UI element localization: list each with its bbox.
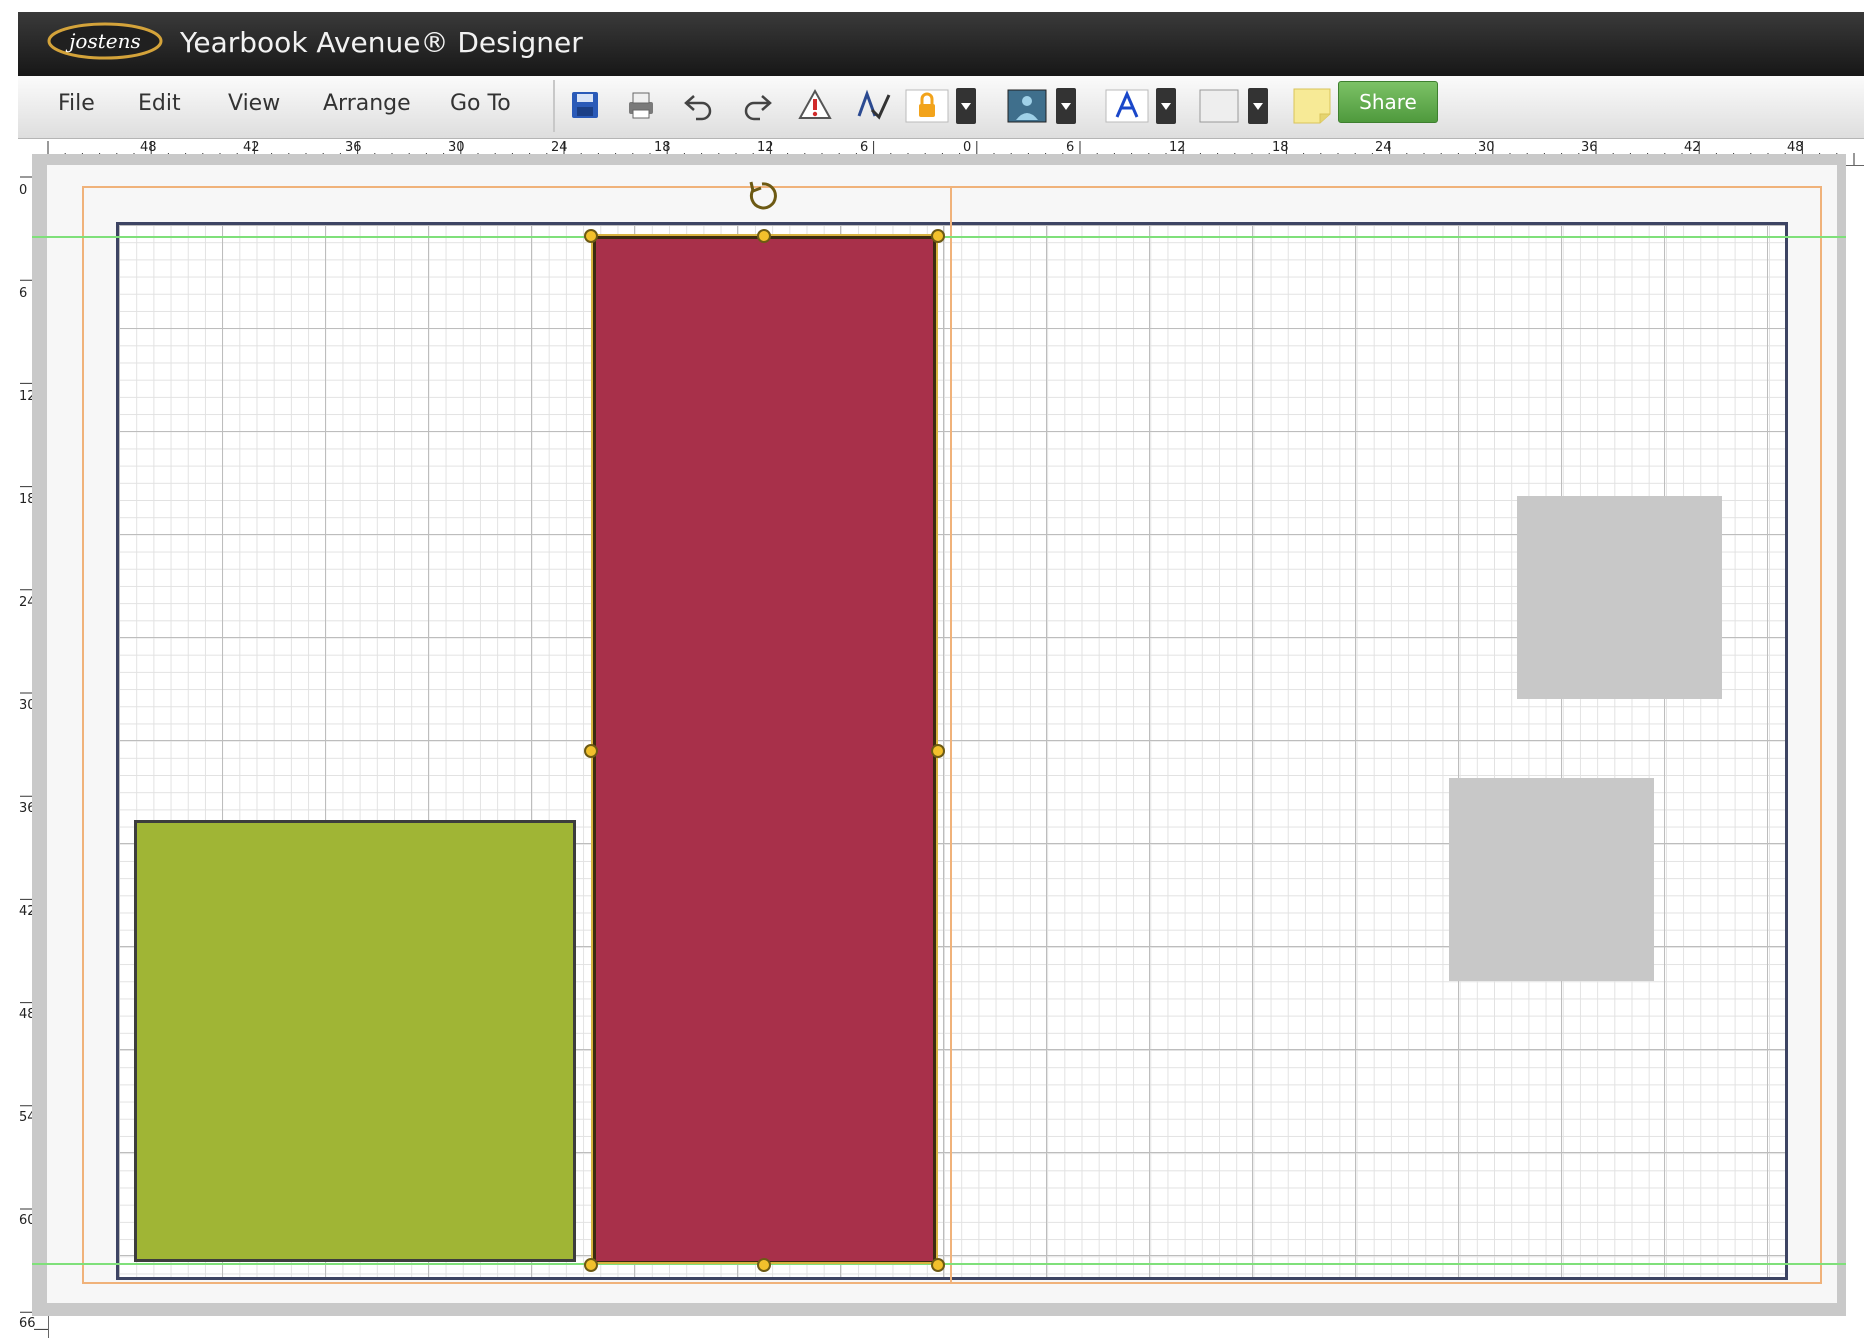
ruler-label: 42 [1684,140,1701,155]
text-color-icon[interactable] [1104,86,1150,124]
ruler-label: 18 [1272,140,1289,155]
ruler-label: 6 [1066,140,1075,155]
ruler-label: 6 [19,286,28,301]
ruler-label: 6 [860,140,869,155]
text-color-dropdown[interactable] [1156,88,1176,124]
ruler-label: 30 [1478,140,1495,155]
ruler-label: 0 [19,183,28,198]
ruler-label: 18 [654,140,671,155]
menu-arrange[interactable]: Arrange [323,91,411,116]
spellcheck-icon[interactable] [854,86,892,124]
fill-color-icon[interactable] [1196,86,1242,124]
resize-handle-top-left[interactable] [584,229,598,243]
sticky-note-icon[interactable] [1290,86,1334,124]
resize-handle-bottom-left[interactable] [584,1258,598,1272]
redo-icon[interactable] [738,86,776,124]
ruler-label: 24 [1375,140,1392,155]
ruler-label: 12 [1169,140,1186,155]
warning-icon[interactable] [796,86,834,124]
ruler-label: 66 [19,1316,36,1331]
menu-view[interactable]: View [228,91,280,116]
image-color-dropdown[interactable] [1056,88,1076,124]
ruler-label: 36 [1581,140,1598,155]
menu-bar: File Edit View Arrange Go To Share [18,76,1864,139]
menu-edit[interactable]: Edit [138,91,181,116]
fill-color-dropdown[interactable] [1248,88,1268,124]
app-title: Yearbook Avenue® Designer [180,26,583,59]
logo-text: jostens [69,29,141,53]
undo-icon[interactable] [680,86,718,124]
title-bar: jostens Yearbook Avenue® Designer [18,12,1864,76]
resize-handle-middle-left[interactable] [584,744,598,758]
print-icon[interactable] [622,86,660,124]
gray-placeholder-box[interactable] [1449,778,1654,981]
red-rectangle-shape[interactable] [593,236,936,1264]
rotate-handle-icon[interactable] [744,178,780,214]
ruler-label: 30 [448,140,465,155]
resize-handle-bottom-right[interactable] [931,1258,945,1272]
ruler-label: 24 [551,140,568,155]
ruler-label: 48 [140,140,157,155]
ruler-label: 42 [243,140,260,155]
ruler-label: 48 [1787,140,1804,155]
resize-handle-top-right[interactable] [931,229,945,243]
menu-file[interactable]: File [58,91,95,116]
image-color-icon[interactable] [1004,86,1050,124]
lock-dropdown[interactable] [956,88,976,124]
resize-handle-bottom-center[interactable] [757,1258,771,1272]
ruler-label: 36 [345,140,362,155]
lock-icon[interactable] [904,86,950,124]
resize-handle-middle-right[interactable] [931,744,945,758]
green-rectangle-shape[interactable] [134,820,576,1262]
toolbar-separator [553,80,555,132]
ruler-label: 12 [757,140,774,155]
ruler-label: 0 [963,140,972,155]
share-button[interactable]: Share [1338,81,1438,123]
gray-placeholder-box[interactable] [1517,496,1722,699]
jostens-logo: jostens [46,21,164,61]
menu-go-to[interactable]: Go To [450,91,511,116]
spine-line [950,186,952,1284]
save-icon[interactable] [566,86,604,124]
resize-handle-top-center[interactable] [757,229,771,243]
